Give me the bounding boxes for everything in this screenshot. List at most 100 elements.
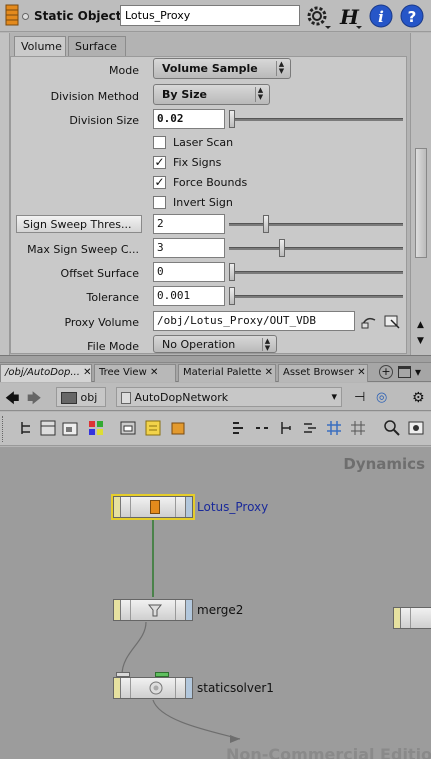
node-bypass-flag[interactable] <box>114 600 121 620</box>
node-template-flag[interactable] <box>175 678 182 698</box>
menu-arrows-icon: ▲ ▼ <box>255 87 265 102</box>
forward-arrow-icon[interactable]: 🡆 <box>24 387 44 407</box>
close-icon[interactable]: ✕ <box>265 367 273 378</box>
division-size-slider[interactable] <box>229 109 403 129</box>
maximize-pane-icon[interactable] <box>398 366 411 378</box>
file-mode-menu[interactable]: No Operation ▲ ▼ <box>153 335 277 353</box>
node-flag-dot[interactable] <box>22 13 29 20</box>
tab-asset-browser[interactable]: Asset Browser ✕ <box>278 364 368 382</box>
invert-sign-checkbox[interactable] <box>153 196 166 209</box>
tree-layout-icon[interactable] <box>18 420 34 436</box>
node-lock-flag[interactable] <box>124 497 131 517</box>
parameter-scrollbar[interactable]: ▲ ▼ <box>410 33 431 355</box>
laser-scan-checkbox[interactable] <box>153 136 166 149</box>
node-merge2[interactable] <box>113 599 193 621</box>
details-view-icon[interactable] <box>62 420 78 436</box>
node-bypass-flag[interactable] <box>114 497 121 517</box>
node-bypass-flag[interactable] <box>114 678 121 698</box>
fix-signs-checkbox[interactable]: ✓ <box>153 156 166 169</box>
layout-align-icon[interactable] <box>230 420 246 436</box>
parameter-pane: Volume Surface Mode Volume Sample ▲ ▼ Divi… <box>0 33 431 355</box>
tolerance-field[interactable]: 0.001 <box>153 286 225 306</box>
tab-tree-view[interactable]: Tree View ✕ <box>94 364 176 382</box>
network-icon <box>61 392 77 404</box>
grid-icon[interactable] <box>350 420 366 436</box>
gear-icon[interactable] <box>304 4 332 30</box>
node-display-flag[interactable] <box>185 678 192 698</box>
link-icon[interactable]: ◎ <box>372 387 391 407</box>
layout-tree-icon[interactable] <box>302 420 318 436</box>
node-lock-flag[interactable] <box>404 608 411 628</box>
node-name-input[interactable] <box>120 5 300 26</box>
pane-divider[interactable] <box>0 355 431 362</box>
tab-surface[interactable]: Surface <box>68 36 126 56</box>
node-display-flag[interactable] <box>185 600 192 620</box>
houdini-logo-icon[interactable]: H <box>338 4 364 30</box>
max-sign-sweep-slider[interactable] <box>229 238 403 258</box>
chevron-down-icon[interactable]: ▾ <box>331 390 337 403</box>
snap-grid-icon[interactable] <box>326 420 342 436</box>
offset-surface-slider[interactable] <box>229 262 403 282</box>
layout-horizontal-icon[interactable] <box>254 420 270 436</box>
path-bar: 🡄 🡆 obj AutoDopNetwork ▾ ⊣ ◎ ⚙ <box>0 383 431 411</box>
scroll-down-arrow-icon[interactable]: ▼ <box>417 336 424 346</box>
pin-icon[interactable]: ⊣ <box>350 387 369 407</box>
pane-menu-icon[interactable]: ▾ <box>415 365 421 379</box>
node-staticsolver1[interactable] <box>113 677 193 699</box>
scrollbar-thumb[interactable] <box>415 148 427 258</box>
node-bypass-flag[interactable] <box>394 608 401 628</box>
network-box-icon[interactable] <box>120 420 136 436</box>
color-palette-icon[interactable] <box>88 420 104 436</box>
back-arrow-icon[interactable]: 🡄 <box>2 387 22 407</box>
display-options-icon[interactable] <box>408 420 424 436</box>
close-icon[interactable]: ✕ <box>357 367 365 378</box>
sign-sweep-threshold-field[interactable]: 2 <box>153 214 225 234</box>
node-lock-flag[interactable] <box>124 678 131 698</box>
menu-arrows-icon: ▲ ▼ <box>262 338 272 352</box>
path-crumb-autodopnetwork[interactable]: AutoDopNetwork ▾ <box>116 387 342 407</box>
sign-sweep-threshold-slider[interactable] <box>229 214 403 234</box>
info-icon[interactable]: i <box>369 4 393 28</box>
list-view-icon[interactable] <box>40 420 56 436</box>
force-bounds-checkbox[interactable]: ✓ <box>153 176 166 189</box>
sticky-note-icon[interactable] <box>145 420 161 436</box>
add-tab-icon[interactable]: + <box>379 365 393 379</box>
node-input-green-port[interactable] <box>155 672 169 677</box>
svg-text:H: H <box>339 5 360 29</box>
sign-sweep-threshold-label[interactable]: Sign Sweep Thres... <box>16 215 142 233</box>
path-crumb-autodopnetwork-label: AutoDopNetwork <box>134 391 229 404</box>
close-icon[interactable]: ✕ <box>150 367 158 378</box>
node-merge2-label[interactable]: merge2 <box>197 603 243 617</box>
operator-chooser-icon[interactable] <box>361 314 377 330</box>
path-crumb-obj[interactable]: obj <box>56 387 106 407</box>
node-display-flag[interactable] <box>185 497 192 517</box>
proxy-volume-field[interactable]: /obj/Lotus_Proxy/OUT_VDB <box>153 311 355 331</box>
pick-node-icon[interactable] <box>383 314 401 330</box>
node-lotus-proxy[interactable] <box>113 496 193 518</box>
mode-menu[interactable]: Volume Sample ▲ ▼ <box>153 58 291 79</box>
close-icon[interactable]: ✕ <box>83 367 91 378</box>
division-method-menu[interactable]: By Size ▲ ▼ <box>153 84 270 105</box>
node-staticsolver1-label[interactable]: staticsolver1 <box>197 681 274 695</box>
help-icon[interactable]: ? <box>400 4 424 28</box>
node-input-port[interactable] <box>116 672 130 677</box>
node-lock-flag[interactable] <box>124 600 131 620</box>
layout-branch-icon[interactable] <box>278 420 294 436</box>
digital-asset-icon[interactable] <box>170 420 186 436</box>
tolerance-slider[interactable] <box>229 286 403 306</box>
node-template-flag[interactable] <box>175 497 182 517</box>
gear-icon[interactable]: ⚙ <box>408 387 429 407</box>
scroll-up-arrow-icon[interactable]: ▲ <box>417 320 424 330</box>
tab-volume[interactable]: Volume <box>14 36 66 56</box>
offset-surface-field[interactable]: 0 <box>153 262 225 282</box>
tab-material-palette[interactable]: Material Palette ✕ <box>178 364 276 382</box>
node-template-flag[interactable] <box>175 600 182 620</box>
division-size-field[interactable]: 0.02 <box>153 109 225 129</box>
node-lotus-proxy-label[interactable]: Lotus_Proxy <box>197 500 268 514</box>
network-editor[interactable]: Dynamics Lotus_Proxy merge2 staticsolver… <box>0 447 431 759</box>
zoom-icon[interactable] <box>384 420 400 436</box>
offset-surface-label: Offset Surface <box>60 267 139 280</box>
tab-network-view[interactable]: /obj/AutoDop... ✕ <box>0 364 92 382</box>
max-sign-sweep-field[interactable]: 3 <box>153 238 225 258</box>
node-offscreen[interactable] <box>393 607 431 629</box>
